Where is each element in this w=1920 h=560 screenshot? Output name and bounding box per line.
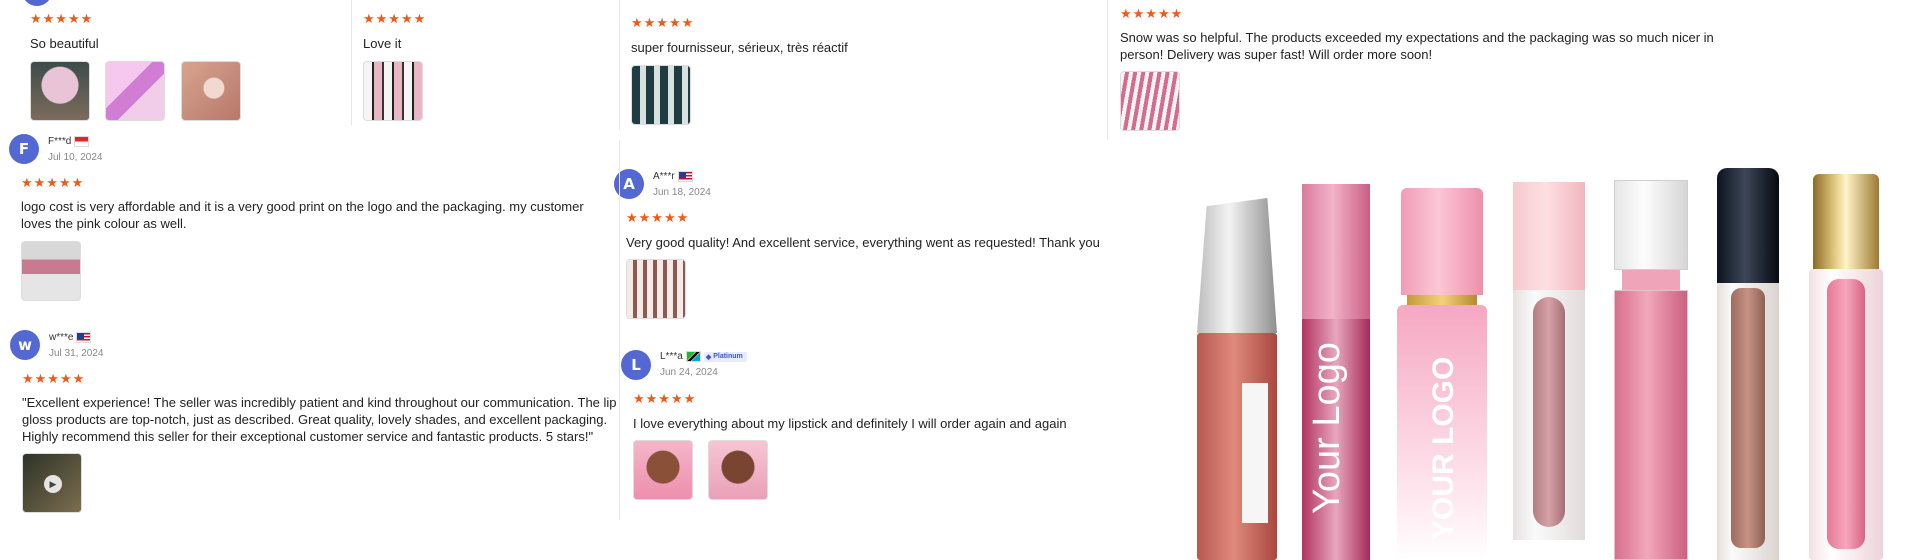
review-photo[interactable] (363, 61, 423, 121)
review-video[interactable]: ▶ (22, 453, 82, 513)
star-rating: ★★★★★ (21, 176, 85, 191)
column-divider (619, 0, 620, 130)
review-text: Love it (363, 36, 402, 51)
lipgloss-tube (1197, 198, 1277, 560)
review-text: So beautiful (30, 36, 99, 51)
review-text: logo cost is very affordable and it is a… (21, 199, 584, 231)
avatar: F (9, 134, 39, 164)
review-photo[interactable] (105, 61, 165, 121)
avatar: w (10, 330, 40, 360)
review-date: Jul 10, 2024 (48, 152, 103, 163)
lipgloss-tube (1717, 168, 1779, 560)
review-photo[interactable] (708, 440, 768, 500)
review-text: super fournisseur, sérieux, très réactif (631, 40, 848, 55)
play-icon[interactable]: ▶ (44, 475, 62, 493)
review-date: Jul 31, 2024 (49, 348, 104, 359)
star-rating: ★★★★★ (626, 211, 690, 226)
reviewer-name-text: A***r (653, 171, 675, 182)
reviewer-name-text: w***e (49, 332, 74, 343)
lipgloss-tube (1809, 174, 1883, 560)
review-photo[interactable] (181, 61, 241, 121)
logo-text: YOUR LOGO (1427, 356, 1460, 540)
product-image: Your Logo YOUR LOGO (1180, 160, 1920, 560)
review-date: Jun 24, 2024 (660, 367, 718, 378)
avatar: L (621, 350, 651, 380)
column-divider (1107, 0, 1108, 140)
star-rating: ★★★★★ (30, 12, 94, 27)
reviewer-name-text: L***a (660, 351, 683, 362)
reviewer-name: F***d (48, 136, 90, 147)
avatar-partial (22, 0, 52, 6)
flag-icon (685, 351, 701, 362)
column-divider (351, 0, 352, 125)
review-photo[interactable] (21, 241, 81, 301)
flag-icon (76, 332, 92, 343)
star-rating: ★★★★★ (363, 12, 427, 27)
review-text: "Excellent experience! The seller was in… (22, 395, 617, 444)
review-photo[interactable] (633, 440, 693, 500)
reviewer-name: A***r (653, 171, 693, 182)
star-rating: ★★★★★ (633, 392, 697, 407)
lipgloss-tube (1513, 182, 1585, 560)
review-text: Very good quality! And excellent service… (626, 235, 1100, 250)
review-photo[interactable] (30, 61, 90, 121)
flag-icon (677, 171, 693, 182)
logo-text: Your Logo (1306, 342, 1348, 514)
review-photo[interactable] (626, 259, 686, 319)
review-text: I love everything about my lipstick and … (633, 416, 1067, 431)
lipgloss-tube: YOUR LOGO (1397, 188, 1487, 560)
review-photo[interactable] (1120, 71, 1180, 131)
lipgloss-tube: Your Logo (1302, 184, 1370, 560)
flag-icon (74, 136, 90, 147)
column-divider (619, 140, 620, 520)
star-rating: ★★★★★ (1120, 7, 1184, 22)
lipgloss-tube (1614, 180, 1688, 560)
reviewer-name: L***a ◆ Platinum (660, 351, 747, 362)
review-date: Jun 18, 2024 (653, 187, 711, 198)
star-rating: ★★★★★ (22, 372, 86, 387)
star-rating: ★★★★★ (631, 16, 695, 31)
platinum-badge: ◆ Platinum (703, 351, 747, 362)
reviewer-name: w***e (49, 332, 92, 343)
reviewer-name-text: F***d (48, 136, 72, 147)
review-photo[interactable] (631, 65, 691, 125)
platinum-badge-label: Platinum (713, 353, 743, 360)
diamond-icon: ◆ (705, 353, 712, 361)
review-text: Snow was so helpful. The products exceed… (1120, 30, 1714, 62)
